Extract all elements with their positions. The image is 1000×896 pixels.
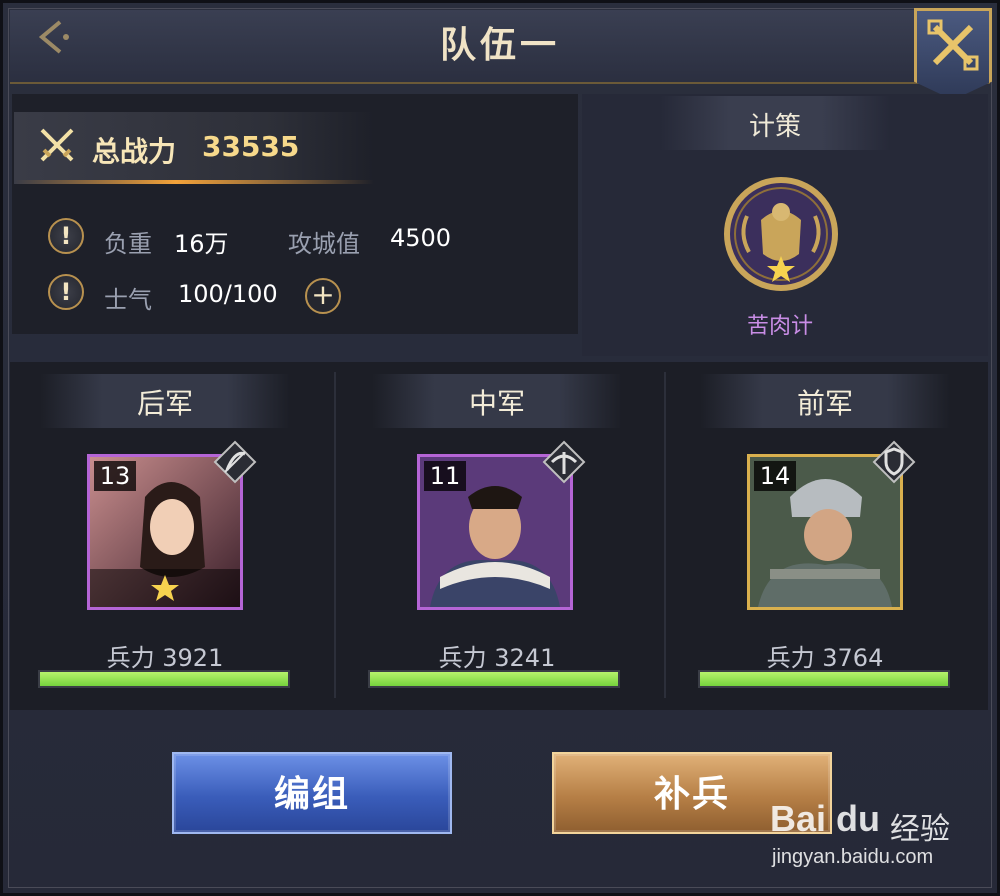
close-icon bbox=[927, 19, 979, 71]
bow-icon bbox=[213, 440, 257, 484]
close-button[interactable] bbox=[914, 8, 992, 100]
watermark-logo: Bai du bbox=[770, 798, 881, 839]
formation-button[interactable]: 编组 bbox=[172, 752, 452, 834]
troop-bar-middle bbox=[368, 670, 620, 688]
crossbow-icon bbox=[542, 440, 586, 484]
army-title-middle: 中军 bbox=[468, 387, 525, 420]
add-morale-button[interactable]: + bbox=[305, 278, 341, 314]
troops-front: 兵力 3764 bbox=[766, 644, 884, 672]
page-title: 队伍一 bbox=[439, 25, 560, 66]
general-level: 13 bbox=[94, 461, 136, 491]
load-label: 负重 bbox=[104, 230, 152, 258]
troop-bar-rear bbox=[38, 670, 290, 688]
baidu-watermark: Bai du 经验 jingyan.baidu.com bbox=[770, 790, 990, 886]
morale-label: 士气 bbox=[104, 286, 152, 314]
total-power-label: 总战力 bbox=[92, 135, 177, 168]
column-divider bbox=[334, 372, 336, 698]
load-value: 16万 bbox=[174, 230, 229, 258]
troop-bar-front bbox=[698, 670, 950, 688]
troops-rear: 兵力 3921 bbox=[106, 644, 224, 672]
morale-value: 100/100 bbox=[178, 280, 278, 308]
general-level: 14 bbox=[754, 461, 796, 491]
troops-middle: 兵力 3241 bbox=[438, 644, 556, 672]
troop-bar-fill bbox=[40, 672, 288, 686]
watermark-sub: 经验 bbox=[890, 812, 950, 847]
army-title-rear: 后军 bbox=[136, 387, 193, 420]
watermark-url: jingyan.baidu.com bbox=[772, 846, 934, 868]
column-divider bbox=[664, 372, 666, 698]
troop-bar-fill bbox=[700, 672, 948, 686]
troop-bar-fill bbox=[370, 672, 618, 686]
info-icon[interactable]: ! bbox=[48, 274, 84, 310]
siege-label: 攻城值 bbox=[288, 230, 360, 258]
strategy-title: 计策 bbox=[748, 112, 801, 142]
total-power-value: 33535 bbox=[202, 130, 300, 163]
siege-value: 4500 bbox=[390, 224, 452, 252]
info-icon[interactable]: ! bbox=[48, 218, 84, 254]
general-level: 11 bbox=[424, 461, 466, 491]
power-underline bbox=[14, 180, 374, 184]
crossed-swords-icon bbox=[36, 124, 78, 166]
strategy-name: 苦肉计 bbox=[746, 314, 813, 339]
army-title-front: 前军 bbox=[796, 387, 853, 420]
shield-icon bbox=[872, 440, 916, 484]
strategy-skill-icon[interactable] bbox=[723, 176, 839, 292]
